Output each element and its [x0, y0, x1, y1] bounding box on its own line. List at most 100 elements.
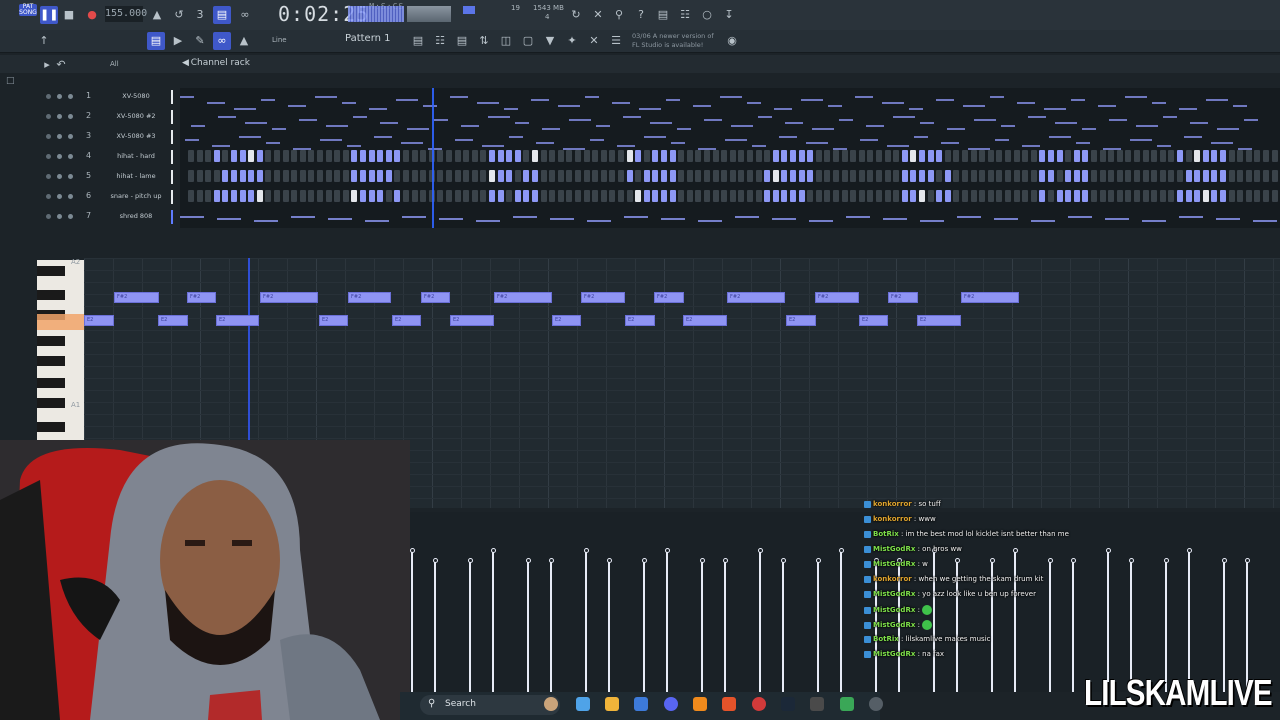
- fl-studio-icon[interactable]: [693, 697, 707, 711]
- step-off[interactable]: [1168, 150, 1175, 162]
- channel-row[interactable]: 4 hihat - hard: [38, 147, 180, 167]
- step-off[interactable]: [876, 190, 882, 202]
- channel-mute-led[interactable]: [46, 94, 51, 99]
- step-on[interactable]: [1185, 190, 1192, 202]
- piano-roll-note[interactable]: E2: [917, 315, 961, 326]
- velocity-handle[interactable]: [699, 558, 705, 563]
- velocity-stem[interactable]: [759, 552, 761, 692]
- step-on[interactable]: [489, 170, 495, 182]
- step-off[interactable]: [549, 170, 556, 182]
- velocity-stem[interactable]: [550, 562, 552, 692]
- step-on[interactable]: [360, 170, 366, 182]
- step-off[interactable]: [1022, 170, 1029, 182]
- step-off[interactable]: [850, 190, 857, 202]
- velocity-stem[interactable]: [840, 552, 842, 692]
- channel-select-bar[interactable]: [171, 90, 173, 104]
- arrow-icon[interactable]: ↑: [35, 32, 53, 50]
- step-off[interactable]: [523, 150, 530, 162]
- channel-name-button[interactable]: hihat - hard: [106, 152, 166, 160]
- step-off[interactable]: [1245, 190, 1252, 202]
- step-off[interactable]: [678, 170, 685, 182]
- wait-record-icon[interactable]: ↺: [170, 6, 188, 24]
- piano-icon[interactable]: ▤: [453, 32, 471, 50]
- velocity-handle[interactable]: [467, 558, 473, 563]
- step-on[interactable]: [506, 170, 513, 182]
- step-on[interactable]: [635, 190, 642, 202]
- step-on[interactable]: [1039, 150, 1046, 162]
- step-off[interactable]: [1108, 170, 1115, 182]
- step-off[interactable]: [944, 150, 951, 162]
- velocity-handle[interactable]: [757, 548, 763, 553]
- step-off[interactable]: [678, 190, 685, 202]
- step-on[interactable]: [790, 170, 796, 182]
- step-off[interactable]: [1151, 150, 1158, 162]
- step-off[interactable]: [274, 170, 280, 182]
- step-off[interactable]: [635, 170, 642, 182]
- plugin-icon[interactable]: ▢: [519, 32, 537, 50]
- step-off[interactable]: [566, 150, 573, 162]
- step-off[interactable]: [755, 150, 762, 162]
- step-off[interactable]: [403, 170, 409, 182]
- step-on[interactable]: [764, 170, 771, 182]
- channel-volume-knob[interactable]: [68, 194, 73, 199]
- piano-roll-note[interactable]: F#2: [727, 292, 785, 303]
- step-off[interactable]: [996, 170, 1003, 182]
- step-off[interactable]: [592, 170, 599, 182]
- step-on[interactable]: [772, 150, 779, 162]
- step-on[interactable]: [798, 170, 805, 182]
- velocity-handle[interactable]: [409, 548, 415, 553]
- piano-roll-note[interactable]: F#2: [348, 292, 391, 303]
- step-on[interactable]: [213, 190, 220, 202]
- step-off[interactable]: [1159, 190, 1166, 202]
- step-off[interactable]: [1125, 150, 1132, 162]
- step-off[interactable]: [1091, 170, 1097, 182]
- step-on[interactable]: [523, 190, 530, 202]
- step-off[interactable]: [454, 190, 461, 202]
- channel-pan-knob[interactable]: [57, 174, 62, 179]
- step-off[interactable]: [704, 170, 710, 182]
- step-off[interactable]: [996, 150, 1003, 162]
- step-off[interactable]: [970, 190, 977, 202]
- step-off[interactable]: [1151, 190, 1158, 202]
- step-on[interactable]: [626, 150, 633, 162]
- channel-pan-knob[interactable]: [57, 154, 62, 159]
- step-on[interactable]: [669, 150, 676, 162]
- channel-volume-knob[interactable]: [68, 214, 73, 219]
- channel-select-bar[interactable]: [171, 130, 173, 144]
- step-off[interactable]: [686, 170, 693, 182]
- step-on[interactable]: [506, 150, 513, 162]
- brave-icon[interactable]: [722, 697, 736, 711]
- step-off[interactable]: [222, 150, 229, 162]
- step-off[interactable]: [463, 150, 470, 162]
- step-off[interactable]: [884, 170, 891, 182]
- step-off[interactable]: [420, 170, 427, 182]
- stop-button[interactable]: ■: [60, 6, 78, 24]
- step-off[interactable]: [686, 190, 693, 202]
- step-on[interactable]: [514, 190, 521, 202]
- step-off[interactable]: [325, 170, 332, 182]
- step-on[interactable]: [919, 150, 925, 162]
- step-off[interactable]: [1177, 170, 1183, 182]
- step-off[interactable]: [738, 190, 745, 202]
- channel-mute-led[interactable]: [46, 174, 51, 179]
- step-off[interactable]: [1030, 170, 1037, 182]
- step-on[interactable]: [368, 170, 375, 182]
- step-off[interactable]: [609, 150, 616, 162]
- step-off[interactable]: [213, 170, 220, 182]
- browser-icon[interactable]: ◫: [497, 32, 515, 50]
- step-off[interactable]: [953, 170, 960, 182]
- step-off[interactable]: [1228, 150, 1235, 162]
- step-on[interactable]: [936, 190, 943, 202]
- step-sequencer-grid[interactable]: [180, 88, 1280, 228]
- step-off[interactable]: [1159, 150, 1166, 162]
- step-off[interactable]: [893, 190, 900, 202]
- channel-rack-title[interactable]: ◀ Channel rack: [182, 58, 250, 68]
- step-off[interactable]: [833, 170, 839, 182]
- step-off[interactable]: [987, 190, 994, 202]
- chat-icon[interactable]: ○: [698, 6, 716, 24]
- step-off[interactable]: [1022, 190, 1029, 202]
- loop-record-icon[interactable]: ∞: [236, 6, 254, 24]
- step-off[interactable]: [1263, 150, 1269, 162]
- channel-volume-knob[interactable]: [68, 114, 73, 119]
- step-off[interactable]: [583, 190, 590, 202]
